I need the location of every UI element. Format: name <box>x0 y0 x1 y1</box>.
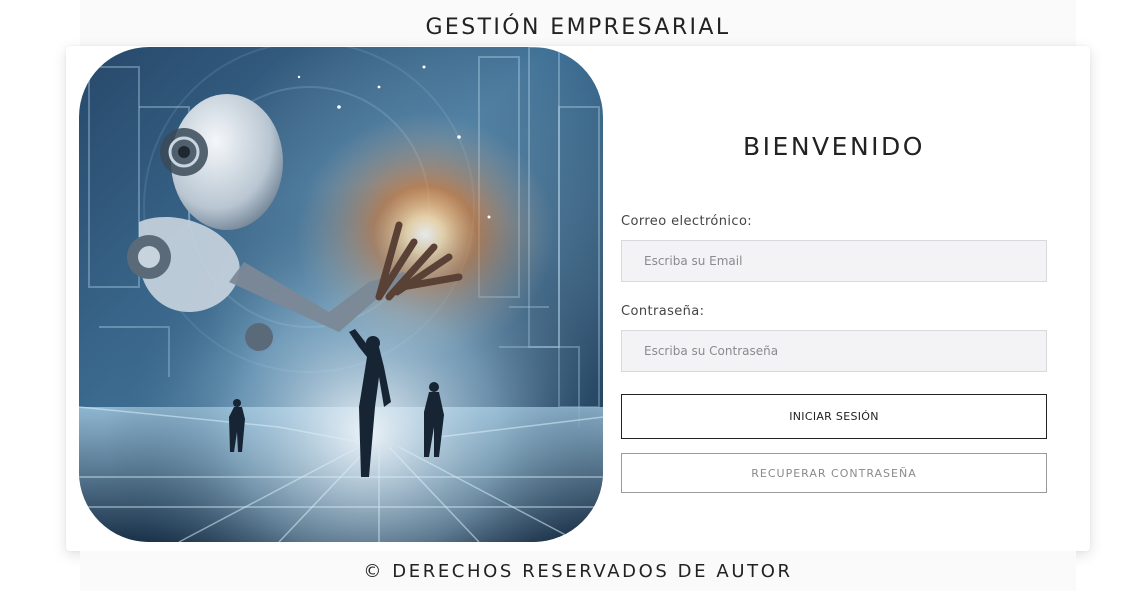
login-page: GESTIÓN EMPRESARIAL BIENVENIDO Correo el… <box>0 0 1139 610</box>
hero-image <box>79 47 603 542</box>
welcome-title: BIENVENIDO <box>743 132 925 161</box>
login-button[interactable]: INICIAR SESIÓN <box>621 394 1047 439</box>
password-label: Contraseña: <box>621 304 705 319</box>
header: GESTIÓN EMPRESARIAL <box>80 0 1076 52</box>
footer: © DERECHOS RESERVADOS DE AUTOR <box>80 551 1076 591</box>
login-card: BIENVENIDO Correo electrónico: Contraseñ… <box>66 46 1090 551</box>
password-field[interactable] <box>621 330 1047 372</box>
copyright-text: © DERECHOS RESERVADOS DE AUTOR <box>363 560 793 582</box>
email-field[interactable] <box>621 240 1047 282</box>
login-form: BIENVENIDO Correo electrónico: Contraseñ… <box>621 46 1047 551</box>
email-label: Correo electrónico: <box>621 214 753 229</box>
app-title: GESTIÓN EMPRESARIAL <box>425 14 731 40</box>
recover-password-button[interactable]: RECUPERAR CONTRASEÑA <box>621 453 1047 493</box>
